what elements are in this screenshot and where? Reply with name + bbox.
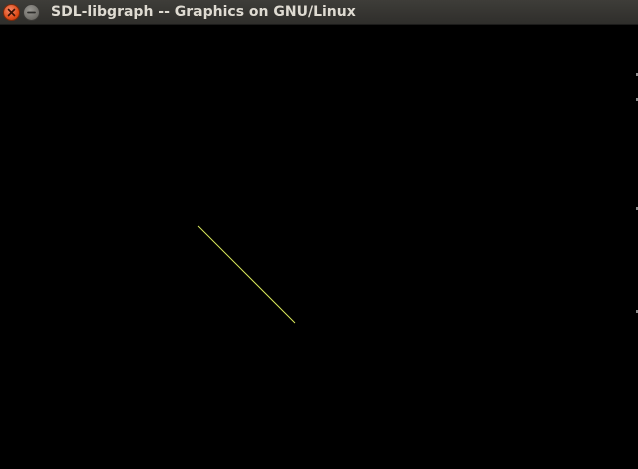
title-bar[interactable]: SDL-libgraph -- Graphics on GNU/Linux	[0, 0, 638, 25]
minimize-icon	[27, 11, 36, 14]
graphics-canvas[interactable]	[0, 25, 638, 469]
drawing-surface	[197, 225, 296, 324]
close-icon	[7, 8, 16, 17]
drawn-line	[197, 225, 296, 324]
close-button[interactable]	[3, 4, 20, 21]
window-title: SDL-libgraph -- Graphics on GNU/Linux	[51, 4, 356, 20]
app-window: SDL-libgraph -- Graphics on GNU/Linux	[0, 0, 638, 469]
minimize-button[interactable]	[23, 4, 40, 21]
